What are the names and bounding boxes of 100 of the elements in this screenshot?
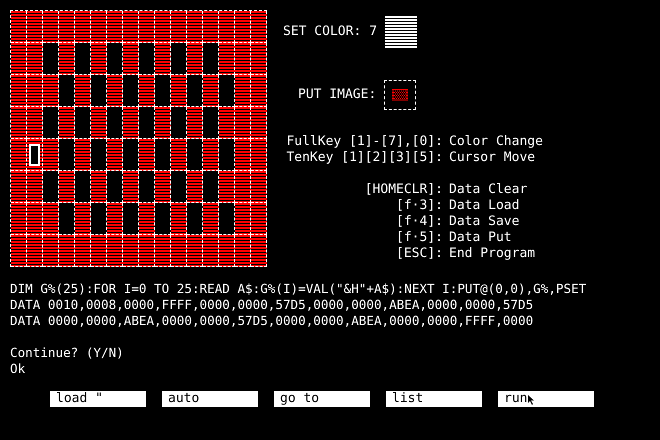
grid-cell[interactable] [107,11,123,43]
grid-cell[interactable] [107,107,123,139]
grid-cell[interactable] [251,43,267,75]
grid-cell[interactable] [235,139,251,171]
grid-cell[interactable] [235,75,251,107]
grid-cell[interactable] [91,171,107,203]
grid-cell[interactable] [203,139,219,171]
grid-cell[interactable] [107,235,123,267]
grid-cell[interactable] [139,203,155,235]
grid-cell[interactable] [59,107,75,139]
grid-cell[interactable] [187,75,203,107]
function-key[interactable]: go to [274,391,370,407]
grid-cell[interactable] [187,11,203,43]
grid-cell[interactable] [59,203,75,235]
grid-cell[interactable] [59,43,75,75]
grid-cell[interactable] [139,75,155,107]
grid-cell[interactable] [155,11,171,43]
grid-cell[interactable] [203,43,219,75]
grid-cell[interactable] [235,107,251,139]
grid-cell[interactable] [123,43,139,75]
grid-cell[interactable] [59,171,75,203]
grid-cell[interactable] [187,235,203,267]
grid-cell[interactable] [43,11,59,43]
grid-cell[interactable] [203,107,219,139]
grid-cell[interactable] [235,203,251,235]
grid-cell[interactable] [203,171,219,203]
grid-cell[interactable] [43,171,59,203]
grid-cell[interactable] [107,203,123,235]
grid-cell[interactable] [123,235,139,267]
grid-cell[interactable] [11,43,27,75]
grid-cell[interactable] [123,171,139,203]
grid-cell[interactable] [43,43,59,75]
grid-cell[interactable] [75,171,91,203]
grid-cell[interactable] [139,11,155,43]
grid-cell[interactable] [187,107,203,139]
grid-cell[interactable] [59,139,75,171]
grid-cell[interactable] [75,203,91,235]
grid-cell[interactable] [43,107,59,139]
grid-cell[interactable] [27,139,43,171]
grid-cell[interactable] [203,235,219,267]
grid-cell[interactable] [187,203,203,235]
grid-cell[interactable] [27,171,43,203]
grid-cell[interactable] [219,107,235,139]
grid-cell[interactable] [107,75,123,107]
grid-cell[interactable] [27,203,43,235]
grid-cell[interactable] [219,11,235,43]
grid-cell[interactable] [91,43,107,75]
grid-cell[interactable] [155,139,171,171]
function-key[interactable]: list [386,391,482,407]
grid-cell[interactable] [123,107,139,139]
grid-cell[interactable] [251,235,267,267]
grid-cell[interactable] [27,107,43,139]
grid-cell[interactable] [203,203,219,235]
grid-cell[interactable] [155,107,171,139]
grid-cell[interactable] [91,11,107,43]
grid-cell[interactable] [171,75,187,107]
grid-cell[interactable] [59,75,75,107]
grid-cell[interactable] [203,11,219,43]
grid-cell[interactable] [139,107,155,139]
grid-cell[interactable] [11,235,27,267]
function-key[interactable]: auto [162,391,258,407]
grid-cell[interactable] [155,203,171,235]
grid-cell[interactable] [155,235,171,267]
grid-cell[interactable] [171,43,187,75]
grid-cell[interactable] [251,139,267,171]
grid-cell[interactable] [75,235,91,267]
grid-cell[interactable] [107,43,123,75]
grid-cell[interactable] [123,139,139,171]
grid-cell[interactable] [11,203,27,235]
grid-cell[interactable] [91,107,107,139]
grid-cell[interactable] [75,75,91,107]
grid-cell[interactable] [43,203,59,235]
grid-cell[interactable] [43,139,59,171]
grid-cell[interactable] [171,235,187,267]
function-key[interactable]: load " [50,391,146,407]
grid-cell[interactable] [219,203,235,235]
grid-cell[interactable] [91,203,107,235]
grid-cell[interactable] [11,11,27,43]
grid-cell[interactable] [171,171,187,203]
grid-cell[interactable] [219,139,235,171]
grid-cell[interactable] [235,43,251,75]
grid-cell[interactable] [11,75,27,107]
grid-cell[interactable] [75,107,91,139]
grid-cell[interactable] [171,107,187,139]
grid-cell[interactable] [171,11,187,43]
grid-cell[interactable] [155,75,171,107]
grid-cell[interactable] [251,75,267,107]
grid-cell[interactable] [187,139,203,171]
grid-cell[interactable] [59,235,75,267]
grid-cell[interactable] [27,75,43,107]
grid-cell[interactable] [11,171,27,203]
pattern-editor-grid[interactable] [10,10,267,267]
grid-cell[interactable] [123,75,139,107]
grid-cell[interactable] [91,235,107,267]
grid-cell[interactable] [219,75,235,107]
grid-cell[interactable] [203,75,219,107]
grid-cell[interactable] [251,11,267,43]
grid-cell[interactable] [155,43,171,75]
grid-cell[interactable] [43,75,59,107]
grid-cell[interactable] [43,235,59,267]
